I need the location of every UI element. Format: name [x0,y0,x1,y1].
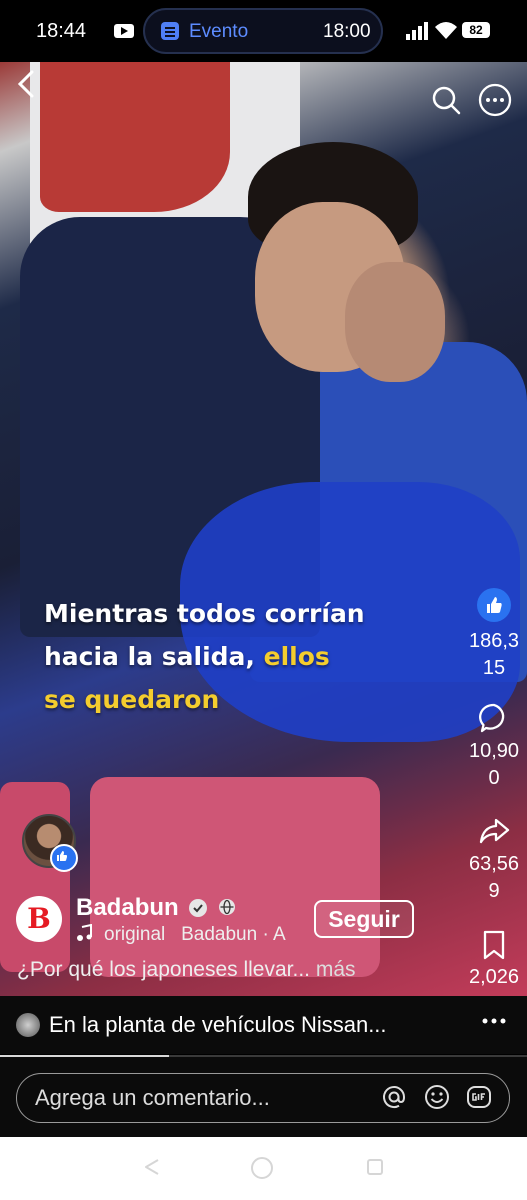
bookmark-icon [483,930,505,960]
stadium-seat-left [0,782,70,972]
comment-count: 10,900 [468,740,520,789]
more-options-icon[interactable] [478,83,512,117]
comment-icon [479,703,505,733]
related-video-title[interactable]: En la planta de vehículos Nissan... [49,1012,449,1038]
globe-icon [219,899,235,915]
video-description[interactable]: ¿Por qué los japoneses llevar... más [17,958,356,982]
caption-line-2-text: hacia la salida, [44,642,264,671]
youtube-icon [114,24,134,38]
emoji-icon[interactable] [424,1084,450,1110]
flag-red-area [40,62,230,212]
signal-icon [406,22,428,40]
channel-name[interactable]: Badabun [76,894,179,922]
channel-logo[interactable]: B [16,896,62,942]
search-icon[interactable] [430,84,462,116]
related-video-bar[interactable]: En la planta de vehículos Nissan... [0,996,527,1054]
video-caption: Mientras todos corrían hacia la salida, … [44,592,474,721]
verified-icon [189,899,207,917]
back-arrow-icon[interactable] [14,70,38,98]
battery-icon: 82 [462,22,490,38]
system-nav-bar [0,1137,527,1200]
nav-home-icon[interactable] [250,1156,274,1180]
caption-highlight-1: ellos [263,642,330,671]
share-icon [479,818,510,844]
like-action[interactable]: 186,315 [462,588,526,682]
related-more-icon[interactable] [480,1011,508,1031]
caption-line-1: Mientras todos corrían [44,599,365,628]
gif-icon[interactable] [466,1084,492,1110]
nav-back-icon[interactable] [142,1157,162,1177]
event-label: Evento [189,21,249,42]
share-count: 63,569 [468,853,520,902]
calendar-icon [161,22,179,40]
share-action[interactable]: 63,569 [462,815,526,905]
channel-logo-letter: B [27,902,51,935]
avatar-like-icon [50,844,78,872]
description-text: ¿Por qué los japoneses llevar... [17,958,310,981]
video-player[interactable] [0,62,527,996]
status-bar: 18:44 Evento 18:00 82 [0,0,527,62]
event-time: 18:00 [323,21,371,42]
follow-button[interactable]: Seguir [314,900,414,938]
stadium-seat [90,777,380,977]
related-thumbnail [16,1013,40,1037]
more-link[interactable]: más [316,958,356,981]
caption-line-2: hacia la salida, ellos [44,635,474,678]
save-count: 2,026 [468,966,520,988]
like-icon [477,588,511,622]
status-time: 18:44 [36,20,87,42]
music-note-icon [77,924,92,941]
elder-face [345,262,445,382]
nav-recents-icon[interactable] [365,1157,385,1177]
like-count: 186,315 [468,630,520,679]
mention-icon[interactable] [381,1084,407,1110]
caption-line-3: se quedaron [44,685,220,714]
wifi-icon [435,22,457,39]
audio-attribution[interactable]: original Badabun · A [104,924,298,946]
comment-action[interactable]: 10,900 [462,702,526,792]
save-action[interactable]: 2,026 [462,930,526,991]
event-pill[interactable]: Evento 18:00 [143,8,383,54]
